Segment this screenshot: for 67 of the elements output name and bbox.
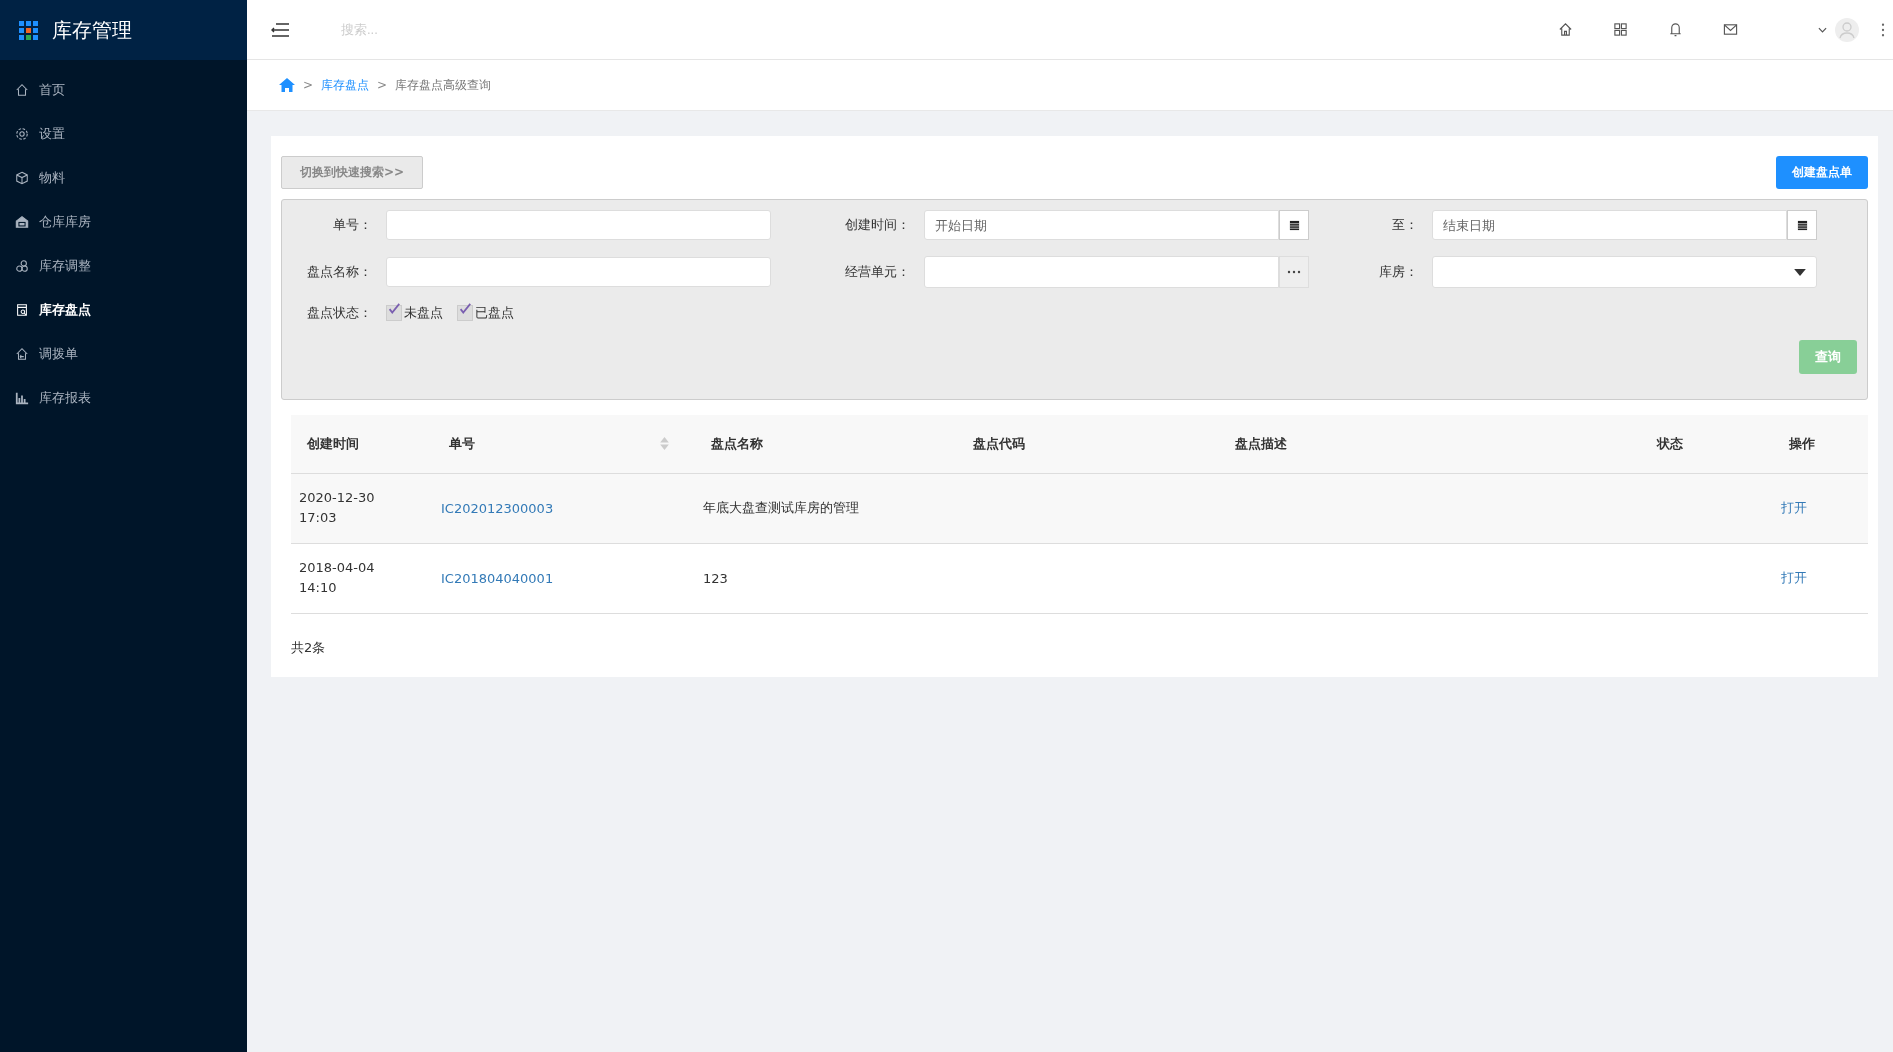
grid-icon[interactable] xyxy=(1613,22,1628,37)
house-icon xyxy=(15,83,29,97)
warehouse-icon xyxy=(15,215,29,229)
field-label: 盘点名称： xyxy=(306,263,372,281)
column-header: 创建时间 xyxy=(307,435,359,451)
checkbox[interactable] xyxy=(386,305,402,321)
document-search-icon xyxy=(15,303,29,317)
field-label: 至： xyxy=(1391,216,1418,234)
sidebar-item[interactable]: 仓库库房 xyxy=(0,200,247,244)
open-link[interactable]: 打开 xyxy=(1781,500,1807,515)
menu-icon[interactable] xyxy=(271,22,289,37)
chevron-down-icon[interactable] xyxy=(1818,26,1827,33)
column-header: 盘点描述 xyxy=(1235,435,1287,451)
column-header: 盘点名称 xyxy=(711,435,763,451)
calendar-button[interactable] xyxy=(1279,210,1309,240)
name-field[interactable] xyxy=(386,257,771,287)
field-label: 创建时间： xyxy=(844,216,910,234)
caret-down-icon xyxy=(1794,268,1806,276)
open-link[interactable]: 打开 xyxy=(1781,570,1807,585)
table-cell-text: 2020-12-30 17:03 xyxy=(299,489,376,527)
table-cell: 年底大盘查测试库房的管理 xyxy=(703,500,859,515)
checkbox-label: 未盘点 xyxy=(404,304,443,322)
sidebar-item[interactable]: 首页 xyxy=(0,68,247,112)
house-icon[interactable] xyxy=(1558,22,1573,37)
order-link[interactable]: IC201804040001 xyxy=(441,570,554,586)
ellipsis-icon xyxy=(1287,270,1301,274)
sidebar-item[interactable]: 库存调整 xyxy=(0,244,247,288)
app-title: 库存管理 xyxy=(52,16,132,44)
circles-icon xyxy=(15,259,29,273)
field-label: 盘点状态： xyxy=(306,304,372,322)
end-date-field[interactable]: 结束日期 xyxy=(1432,210,1787,240)
checkbox-label: 已盘点 xyxy=(475,304,514,322)
sidebar-item[interactable]: 物料 xyxy=(0,156,247,200)
sidebar-item[interactable]: 设置 xyxy=(0,112,247,156)
bar-chart-icon xyxy=(15,391,29,405)
breadcrumb-separator: > xyxy=(377,78,388,92)
gear-icon xyxy=(15,127,29,141)
breadcrumb-current: 库存盘点高级查询 xyxy=(395,76,492,94)
calendar-icon xyxy=(1796,219,1808,231)
table-cell: 123 xyxy=(703,570,728,586)
column-header[interactable]: 单号 xyxy=(449,434,475,453)
grid-icon xyxy=(18,20,38,40)
sidebar-item[interactable]: 库存报表 xyxy=(0,376,247,420)
unit-field[interactable] xyxy=(924,256,1279,288)
column-header: 盘点代码 xyxy=(973,435,1025,451)
table-cell-text: 2018-04-04 14:10 xyxy=(299,559,376,597)
bell-icon[interactable] xyxy=(1668,22,1683,37)
home-icon[interactable] xyxy=(279,78,295,92)
field-label: 单号： xyxy=(332,216,372,234)
more-icon[interactable] xyxy=(1881,22,1885,37)
calendar-button[interactable] xyxy=(1787,210,1817,240)
mail-icon[interactable] xyxy=(1723,22,1738,37)
breadcrumb-separator: > xyxy=(303,78,314,92)
column-header: 状态 xyxy=(1657,435,1683,451)
calendar-icon xyxy=(1288,219,1300,231)
column-header: 操作 xyxy=(1789,435,1815,451)
sidebar-item[interactable]: 调拨单 xyxy=(0,332,247,376)
number-field[interactable] xyxy=(386,210,771,240)
total-count: 共2条 xyxy=(291,638,327,657)
house-icon xyxy=(15,347,29,361)
cube-icon xyxy=(15,171,29,185)
sidebar-item[interactable]: 库存盘点 xyxy=(0,288,247,332)
order-link[interactable]: IC202012300003 xyxy=(441,500,554,516)
field-label: 库房： xyxy=(1378,263,1418,281)
field-label: 经营单元： xyxy=(844,263,910,281)
start-date-field[interactable]: 开始日期 xyxy=(924,210,1279,240)
checkbox[interactable] xyxy=(457,305,473,321)
